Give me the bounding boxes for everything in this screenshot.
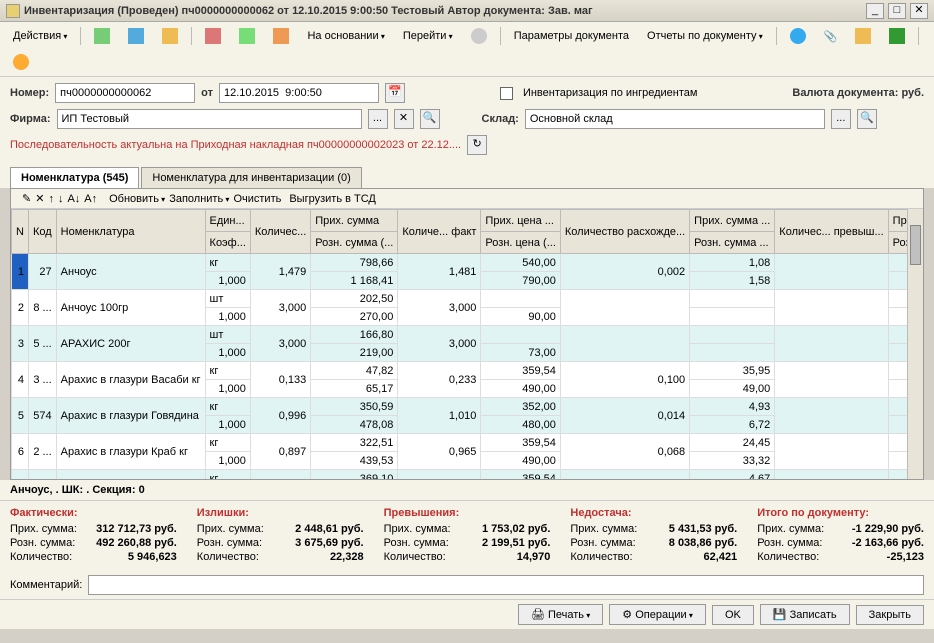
col-prih-sum[interactable]: Прих. сумма bbox=[311, 210, 398, 232]
sequence-refresh-icon[interactable]: ↻ bbox=[467, 135, 487, 155]
tab-nomenclature-inv[interactable]: Номенклатура для инвентаризации (0) bbox=[141, 167, 361, 188]
actions-menu[interactable]: Действия bbox=[6, 27, 74, 45]
col-coef[interactable]: Коэф... bbox=[205, 232, 250, 254]
sort-asc-icon[interactable]: A↓ bbox=[67, 193, 80, 205]
currency-label: Валюта документа: руб. bbox=[792, 87, 924, 99]
sequence-text: Последовательность актуальна на Приходна… bbox=[10, 139, 461, 151]
firm-search-icon[interactable]: 🔍 bbox=[420, 109, 440, 129]
col-qty-fact[interactable]: Количе... факт bbox=[398, 210, 481, 254]
col-code[interactable]: Код bbox=[28, 210, 56, 254]
row-down-icon[interactable]: ↓ bbox=[58, 193, 64, 205]
chart-icon[interactable] bbox=[783, 25, 813, 47]
totals-excess: Превышения: Прих. сумма:1 753,02 руб. Ро… bbox=[384, 507, 551, 565]
window-title: Инвентаризация (Проведен) пч000000000006… bbox=[24, 5, 866, 17]
copy-icon[interactable] bbox=[121, 25, 151, 47]
table-row[interactable]: 43 ...Арахис в глазури Васаби кгкг0,1334… bbox=[12, 362, 924, 380]
col-qty[interactable]: Количес... bbox=[250, 210, 310, 254]
maximize-button[interactable]: □ bbox=[888, 3, 906, 19]
totals-shortage: Недостача: Прих. сумма:5 431,53 руб. Роз… bbox=[570, 507, 737, 565]
table-row[interactable]: 5574Арахис в глазури Говядинакг0,996350,… bbox=[12, 398, 924, 416]
col-qty-diff[interactable]: Количество расхожде... bbox=[560, 210, 689, 254]
warehouse-label: Склад: bbox=[482, 113, 519, 125]
clear-button[interactable]: Очистить bbox=[233, 193, 281, 205]
grid-toolbar: ✎ ✕ ↑ ↓ A↓ A↑ Обновить Заполнить Очистит… bbox=[11, 189, 923, 209]
col-rozn-sum[interactable]: Розн. сумма (... bbox=[311, 232, 398, 254]
close-button[interactable]: ✕ bbox=[910, 3, 928, 19]
ok-button[interactable]: OK bbox=[712, 605, 754, 625]
bottom-bar: 🖨 Печать ⚙ Операции OK 💾 Записать Закрыт… bbox=[0, 599, 934, 629]
col-nomen[interactable]: Номенклатура bbox=[56, 210, 205, 254]
operations-button[interactable]: ⚙ Операции bbox=[609, 604, 706, 625]
minimize-button[interactable]: _ bbox=[866, 3, 884, 19]
firm-select-button[interactable]: ... bbox=[368, 109, 388, 129]
report-plus-icon[interactable] bbox=[232, 25, 262, 47]
clock-icon[interactable] bbox=[464, 25, 494, 47]
totals-surplus: Излишки: Прих. сумма:2 448,61 руб. Розн.… bbox=[197, 507, 364, 565]
vertical-scrollbar[interactable] bbox=[907, 209, 923, 479]
tab-nomenclature[interactable]: Номенклатура (545) bbox=[10, 167, 139, 188]
totals-document: Итого по документу: Прих. сумма:-1 229,9… bbox=[757, 507, 924, 565]
ingredients-checkbox[interactable] bbox=[500, 87, 513, 100]
firm-clear-button[interactable]: ✕ bbox=[394, 109, 414, 129]
number-label: Номер: bbox=[10, 87, 49, 99]
table-row[interactable]: 28 ...Анчоус 100гршт3,000202,503,000 bbox=[12, 290, 924, 308]
based-on-menu[interactable]: На основании bbox=[300, 27, 391, 45]
titlebar: Инвентаризация (Проведен) пч000000000006… bbox=[0, 0, 934, 22]
warehouse-search-icon[interactable]: 🔍 bbox=[857, 109, 877, 129]
calendar-icon[interactable]: 📅 bbox=[385, 83, 405, 103]
firm-label: Фирма: bbox=[10, 113, 51, 125]
list-icon[interactable] bbox=[848, 25, 878, 47]
from-label: от bbox=[201, 87, 213, 99]
goto-menu[interactable]: Перейти bbox=[396, 27, 460, 45]
main-toolbar: Действия На основании Перейти Параметры … bbox=[0, 22, 934, 77]
col-prih-price[interactable]: Прих. цена ... bbox=[481, 210, 560, 232]
status-line: Анчоус, . ШК: . Секция: 0 bbox=[0, 480, 934, 500]
fill-button[interactable]: Заполнить bbox=[169, 193, 229, 205]
add-icon[interactable] bbox=[87, 25, 117, 47]
col-unit[interactable]: Един... bbox=[205, 210, 250, 232]
post-icon[interactable] bbox=[155, 25, 185, 47]
comment-label: Комментарий: bbox=[10, 579, 82, 591]
row-delete-icon[interactable]: ✕ bbox=[35, 192, 44, 205]
data-grid[interactable]: N Код Номенклатура Един... Количес... Пр… bbox=[11, 209, 923, 479]
tabs: Номенклатура (545) Номенклатура для инве… bbox=[0, 167, 934, 188]
report-minus-icon[interactable] bbox=[198, 25, 228, 47]
reports-menu[interactable]: Отчеты по документу bbox=[640, 27, 770, 45]
print-button[interactable]: 🖨 Печать bbox=[518, 604, 603, 625]
row-edit-icon[interactable]: ✎ bbox=[22, 192, 31, 205]
table-row[interactable]: 62 ...Арахис в глазури Краб кгкг0,897322… bbox=[12, 434, 924, 452]
excel-icon[interactable] bbox=[882, 25, 912, 47]
tree-icon[interactable] bbox=[266, 25, 296, 47]
ingredients-label: Инвентаризация по ингредиентам bbox=[523, 87, 698, 99]
warehouse-select-button[interactable]: ... bbox=[831, 109, 851, 129]
table-row[interactable]: 35 ...АРАХИС 200гшт3,000166,803,000 bbox=[12, 326, 924, 344]
totals-fact: Фактически: Прих. сумма:312 712,73 руб. … bbox=[10, 507, 177, 565]
sort-desc-icon[interactable]: A↑ bbox=[84, 193, 97, 205]
firm-input[interactable] bbox=[57, 109, 362, 129]
warehouse-input[interactable] bbox=[525, 109, 825, 129]
col-qty-over[interactable]: Количес... превыш... bbox=[775, 210, 888, 254]
table-row[interactable]: 75Арахис в глазури Креветкикг369,101,043… bbox=[12, 470, 924, 480]
export-tsd-button[interactable]: Выгрузить в ТСД bbox=[289, 193, 376, 205]
date-input[interactable] bbox=[219, 83, 379, 103]
form-area: Номер: от 📅 Инвентаризация по ингредиент… bbox=[0, 77, 934, 167]
save-button[interactable]: 💾 Записать bbox=[760, 604, 850, 625]
close-form-button[interactable]: Закрыть bbox=[856, 605, 924, 625]
tab-content: ✎ ✕ ↑ ↓ A↓ A↑ Обновить Заполнить Очистит… bbox=[10, 188, 924, 480]
col-rozn-sum2[interactable]: Розн. сумма ... bbox=[690, 232, 775, 254]
comment-input[interactable] bbox=[88, 575, 924, 595]
col-rozn-price[interactable]: Розн. цена (... bbox=[481, 232, 560, 254]
totals-panel: Фактически: Прих. сумма:312 712,73 руб. … bbox=[0, 500, 934, 571]
table-row[interactable]: 127Анчоускг1,479798,661,481540,000,0021,… bbox=[12, 254, 924, 272]
comment-row: Комментарий: bbox=[0, 571, 934, 599]
refresh-button[interactable]: Обновить bbox=[109, 193, 165, 205]
number-input[interactable] bbox=[55, 83, 195, 103]
col-n[interactable]: N bbox=[12, 210, 29, 254]
help-icon[interactable] bbox=[6, 51, 36, 73]
params-button[interactable]: Параметры документа bbox=[507, 27, 636, 45]
col-prih-sum2[interactable]: Прих. сумма ... bbox=[690, 210, 775, 232]
app-icon bbox=[6, 4, 20, 18]
attach-icon[interactable]: 📎 bbox=[817, 27, 845, 46]
row-up-icon[interactable]: ↑ bbox=[48, 193, 54, 205]
